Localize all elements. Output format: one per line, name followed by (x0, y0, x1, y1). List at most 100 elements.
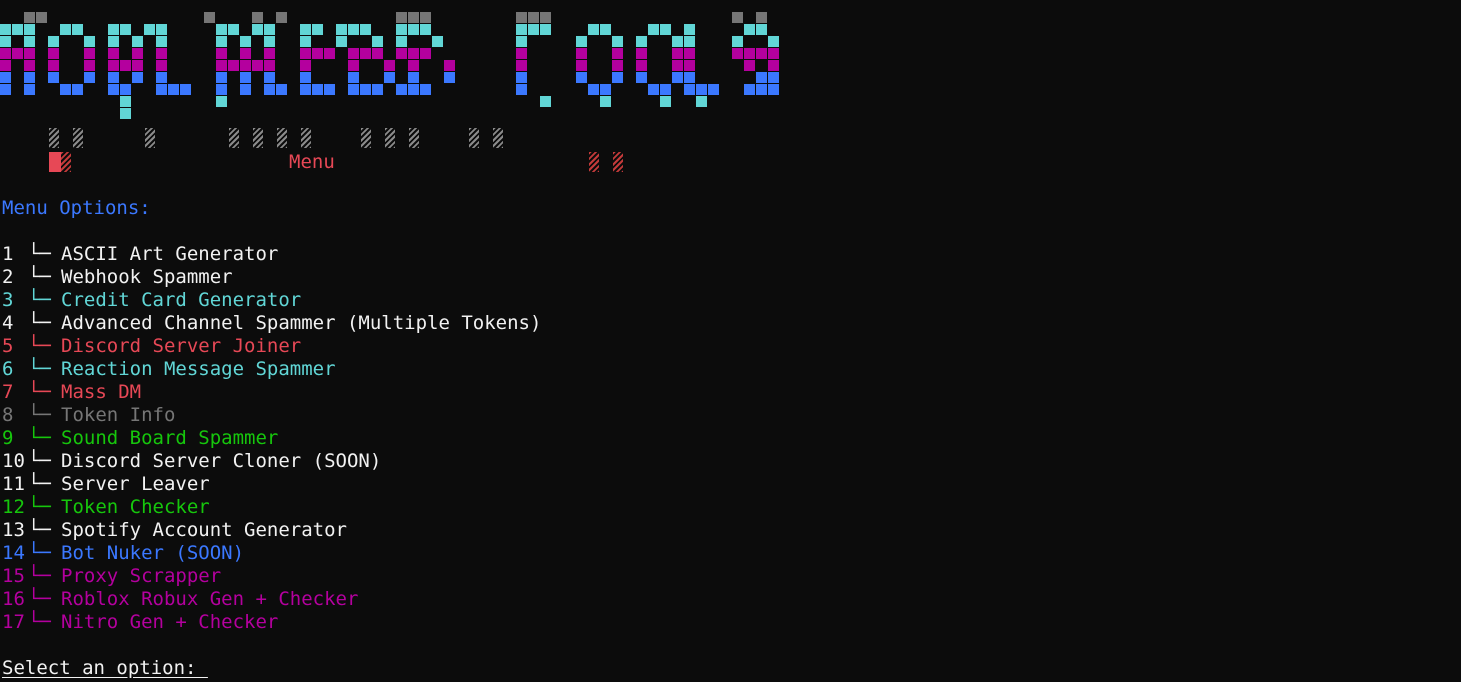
menu-item[interactable]: 5 └─ Discord Server Joiner (2, 335, 301, 358)
menu-item-number: 1 (2, 243, 14, 265)
banner-pixel (756, 48, 767, 59)
menu-item[interactable]: 6 └─ Reaction Message Spammer (2, 358, 336, 381)
banner-pixel (684, 48, 695, 59)
banner-pixel (516, 24, 527, 35)
banner-pixel (372, 36, 383, 47)
banner-shadow-block (469, 128, 479, 148)
menu-item[interactable]: 3 └─ Credit Card Generator (2, 289, 301, 312)
banner-pixel (324, 48, 335, 59)
menu-item-number: 6 (2, 358, 14, 380)
banner-pixel (576, 36, 587, 47)
banner-pixel (24, 12, 35, 23)
menu-item-label: Proxy Scrapper (61, 565, 222, 587)
menu-item-label: Spotify Account Generator (61, 519, 347, 541)
banner-pixel (240, 84, 251, 95)
banner-pixel (444, 60, 455, 71)
menu-item[interactable]: 7 └─ Mass DM (2, 381, 141, 404)
banner-pixel (636, 48, 647, 59)
tree-branch-icon: └─ (28, 450, 51, 472)
banner-pixel (108, 48, 119, 59)
select-option-prompt[interactable]: Select an option: (2, 657, 208, 680)
banner-pixel (156, 84, 167, 95)
banner-pixel (408, 60, 419, 71)
tree-branch-icon: └─ (28, 404, 51, 426)
menu-item-number: 10 (2, 450, 25, 472)
banner-pixel (24, 84, 35, 95)
menu-item[interactable]: 11 └─ Server Leaver (2, 473, 210, 496)
banner-pixel (48, 36, 59, 47)
banner-pixel (312, 48, 323, 59)
banner-pixel (696, 96, 707, 107)
menu-item-number: 17 (2, 611, 25, 633)
tree-branch-icon: └─ (28, 289, 51, 311)
menu-item-number: 7 (2, 381, 14, 403)
banner-pixel (432, 36, 443, 47)
banner-shadow-block (229, 128, 239, 148)
banner-pixel (72, 84, 83, 95)
banner-pixel (408, 84, 419, 95)
banner-pixel (576, 48, 587, 59)
menu-item[interactable]: 10 └─ Discord Server Cloner (SOON) (2, 450, 381, 473)
menu-item[interactable]: 4 └─ Advanced Channel Spammer (Multiple To… (2, 312, 541, 335)
banner-pixel (264, 48, 275, 59)
banner-pixel (216, 24, 227, 35)
banner-pixel (396, 36, 407, 47)
banner-pixel (216, 84, 227, 95)
banner-pixel (336, 36, 347, 47)
menu-item[interactable]: 8 └─ Token Info (2, 404, 175, 427)
terminal-window: Menu Menu Options: 1 └─ ASCII Art Generato… (0, 0, 1461, 682)
menu-item[interactable]: 17 └─ Nitro Gen + Checker (2, 611, 278, 634)
menu-item[interactable]: 1 └─ ASCII Art Generator (2, 243, 278, 266)
menu-item[interactable]: 15 └─ Proxy Scrapper (2, 565, 221, 588)
banner-pixel (516, 60, 527, 71)
tree-branch-icon: └─ (28, 312, 51, 334)
banner-pixel (528, 12, 539, 23)
banner-pixel (756, 84, 767, 95)
banner-pixel (408, 48, 419, 59)
menu-item[interactable]: 13 └─ Spotify Account Generator (2, 519, 347, 542)
menu-item[interactable]: 9 └─ Sound Board Spammer (2, 427, 278, 450)
menu-item-number: 3 (2, 289, 14, 311)
banner-shadow-block (613, 152, 623, 172)
tree-branch-icon: └─ (28, 358, 51, 380)
banner-pixel (276, 12, 287, 23)
banner-pixel (216, 36, 227, 47)
menu-item-label: Bot Nuker (SOON) (61, 542, 245, 564)
banner-pixel (264, 60, 275, 71)
banner-pixel (216, 60, 227, 71)
banner-pixel (108, 84, 119, 95)
banner-pixel (672, 60, 683, 71)
banner-pixel (744, 60, 755, 71)
banner-pixel (12, 48, 23, 59)
banner-pixel (372, 84, 383, 95)
banner-pixel (84, 72, 95, 83)
banner-pixel (264, 72, 275, 83)
menu-item-number: 4 (2, 312, 14, 334)
banner-pixel (72, 24, 83, 35)
tree-branch-icon: └─ (28, 611, 51, 633)
banner-pixel (312, 84, 323, 95)
banner-pixel (528, 24, 539, 35)
banner-pixel (216, 96, 227, 107)
menu-item[interactable]: 12 └─ Token Checker (2, 496, 210, 519)
menu-item-label: Roblox Robux Gen + Checker (61, 588, 359, 610)
menu-item[interactable]: 16 └─ Roblox Robux Gen + Checker (2, 588, 358, 611)
banner-pixel (396, 12, 407, 23)
banner-pixel (732, 36, 743, 47)
banner-pixel (360, 84, 371, 95)
menu-item-label: Nitro Gen + Checker (61, 611, 279, 633)
banner-pixel (300, 48, 311, 59)
banner-pixel (420, 48, 431, 59)
banner-shadow-block (73, 128, 83, 148)
menu-item[interactable]: 14 └─ Bot Nuker (SOON) (2, 542, 244, 565)
banner-pixel (36, 12, 47, 23)
menu-item-label: Reaction Message Spammer (61, 358, 336, 380)
menu-item[interactable]: 2 └─ Webhook Spammer (2, 266, 233, 289)
banner-pixel (228, 60, 239, 71)
banner-pixel (384, 60, 395, 71)
banner-pixel (420, 24, 431, 35)
banner-pixel (120, 96, 131, 107)
tree-branch-icon: └─ (28, 243, 51, 265)
banner-pixel (252, 24, 263, 35)
banner-pixel (300, 36, 311, 47)
